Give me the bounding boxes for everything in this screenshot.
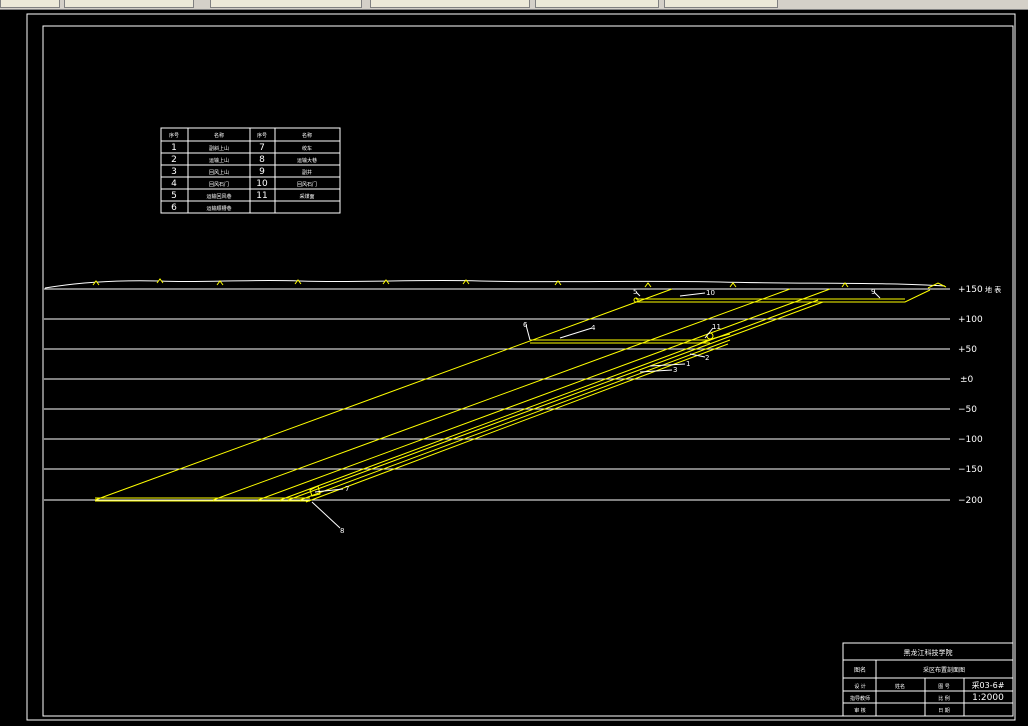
legend-cell: 9: [259, 167, 265, 177]
legend-cell: 副斜上山: [209, 145, 229, 152]
legend-cell: 运输大巷: [297, 157, 317, 164]
outer-frame: [26, 13, 1016, 721]
date-label: 日 期: [938, 708, 950, 714]
callout-labels: 1 2 3 4 5 6 7 8 9 10 11: [340, 288, 875, 535]
callout-label: 4: [591, 324, 596, 332]
drawing-no-label: 图 号: [938, 684, 950, 690]
callout-label: 11: [712, 323, 721, 331]
callout-label: 2: [705, 354, 709, 362]
surface-markers: [92, 278, 849, 288]
elevation-label: +50: [958, 345, 977, 355]
elevation-labels: +150 +100 +50 ±0 −50 −100 −150 −200 地 表: [958, 285, 1001, 506]
roadway-line: [212, 288, 791, 501]
callout-label: 7: [345, 485, 349, 493]
legend-table: 序号 名称 序号 名称 1 副斜上山 7 绞车 2 运输上山 8 运输大巷 3 …: [160, 127, 341, 214]
roadway-line: [890, 289, 931, 303]
designer-name: 姓名: [895, 683, 905, 690]
scale-value: 1:2000: [972, 693, 1004, 703]
legend-header: 名称: [214, 132, 224, 139]
elevation-label: −200: [958, 496, 983, 506]
roadway-line: [299, 339, 731, 501]
callout-label: 6: [523, 321, 528, 329]
legend-header: 序号: [257, 132, 267, 139]
level-lines: [44, 288, 950, 501]
elevation-label: −150: [958, 465, 983, 475]
roadways: [94, 288, 931, 503]
elevation-label: −50: [958, 405, 977, 415]
legend-cell: 4: [171, 179, 177, 189]
designer-label: 设 计: [854, 683, 866, 690]
elevation-label: +150: [958, 285, 983, 295]
roadway-line: [94, 288, 673, 501]
legend-cell: 3: [171, 167, 177, 177]
legend-cell: 2: [171, 155, 177, 165]
legend-cell: 绞车: [302, 145, 312, 152]
legend-cell: 5: [171, 191, 177, 201]
elevation-label: ±0: [960, 375, 974, 385]
legend-cell: 副井: [302, 169, 312, 176]
legend-cell: 运输上山: [209, 157, 229, 164]
legend-cell: 回风石门: [209, 181, 229, 188]
legend-cell: 运输顺槽巷: [206, 205, 231, 212]
drawing-no: 采03-6#: [972, 680, 1005, 690]
elevation-label: −100: [958, 435, 983, 445]
roadway-line: [257, 288, 831, 501]
legend-cell: 回风石门: [297, 181, 317, 188]
ground-surface-line: [44, 279, 946, 289]
legend-header: 名称: [302, 132, 312, 139]
callout-leaders: [311, 291, 881, 529]
legend-cell: 运输回风巷: [206, 193, 231, 200]
roadway-line: [305, 343, 729, 503]
callout-label: 3: [673, 366, 677, 374]
drawing-name: 采区布置剖面图: [923, 666, 965, 674]
surface-label: 地 表: [985, 285, 1001, 294]
callout-label: 9: [871, 288, 875, 296]
reviewer-label: 指导教师: [850, 695, 870, 702]
school-name: 黑龙江科技学院: [904, 648, 953, 657]
legend-cell: 10: [256, 179, 268, 189]
legend-header: 序号: [169, 132, 179, 139]
legend-cell: 采煤面: [299, 193, 314, 200]
callout-label: 10: [706, 289, 715, 297]
legend-cell: 6: [171, 203, 177, 213]
title-block: 黑龙江科技学院 图名 采区布置剖面图 设 计 姓名 图 号 采03-6# 指导教…: [842, 642, 1014, 717]
callout-label: 1: [686, 360, 690, 368]
elevation-label: +100: [958, 315, 983, 325]
cad-drawing-canvas[interactable]: +150 +100 +50 ±0 −50 −100 −150 −200 地 表: [0, 0, 1028, 726]
callout-label: 8: [340, 527, 344, 535]
approver-label: 审 核: [854, 707, 866, 714]
drawing-name-label: 图名: [854, 666, 866, 674]
legend-cell: 11: [256, 191, 267, 201]
roadway-line: [279, 299, 819, 501]
legend-cell: 1: [171, 143, 177, 153]
scale-label: 比 例: [938, 695, 950, 702]
legend-cell: 8: [259, 155, 265, 165]
callout-label: 5: [633, 288, 637, 296]
legend-cell: 回风上山: [209, 169, 229, 176]
legend-cell: 7: [259, 143, 265, 153]
